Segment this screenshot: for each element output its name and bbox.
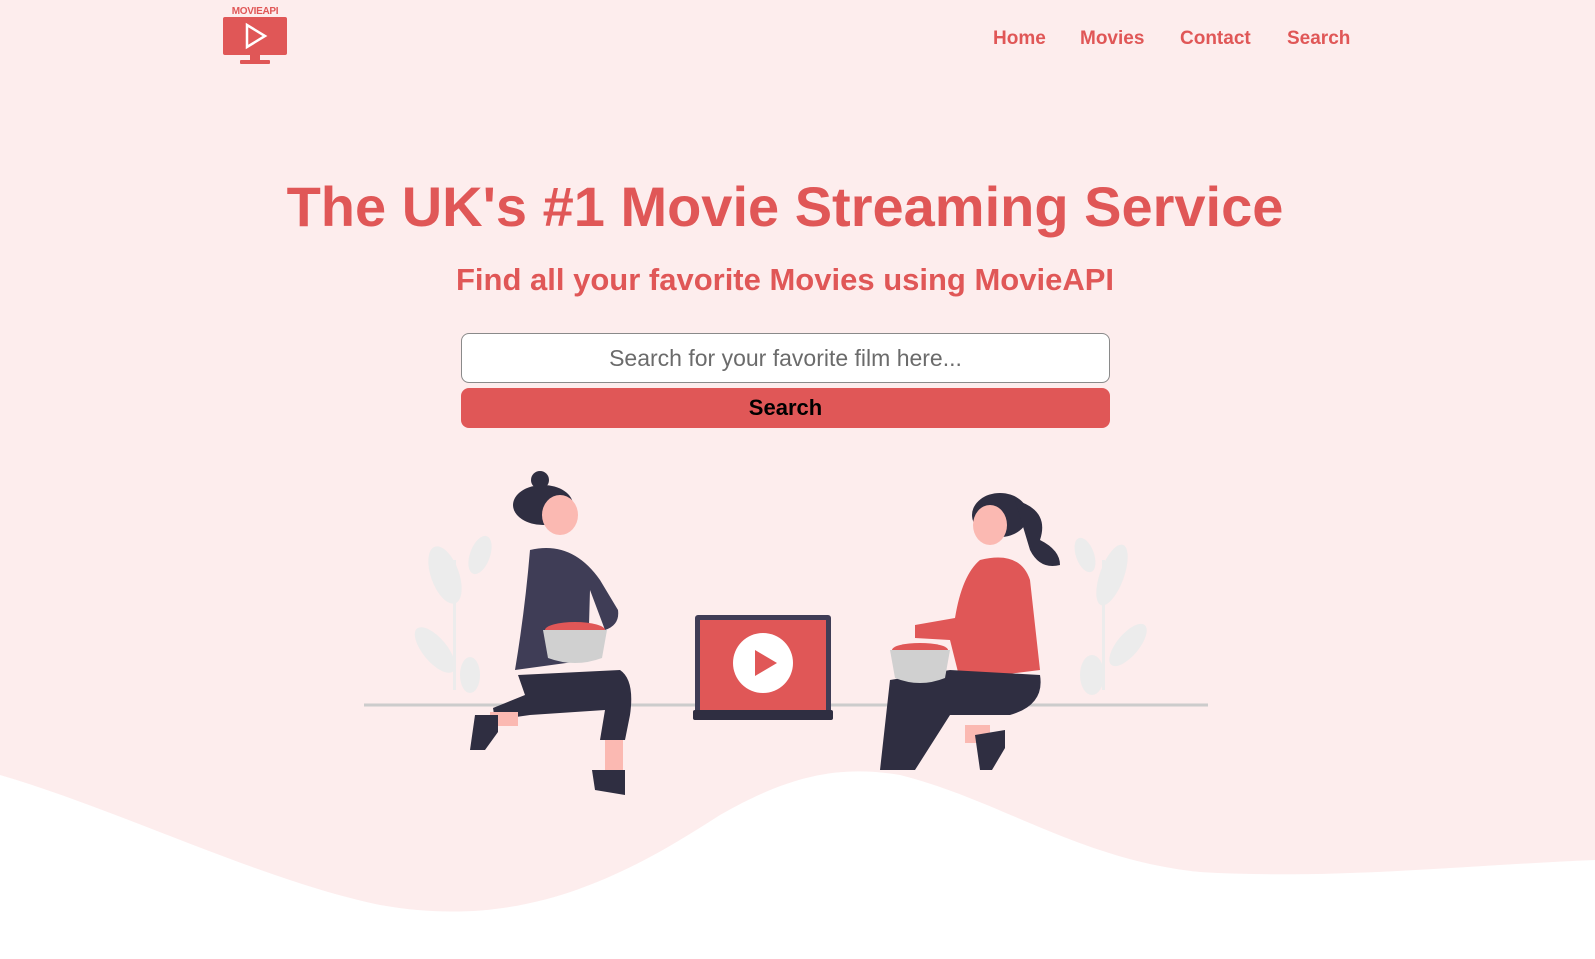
plant-right-icon: [1074, 537, 1147, 695]
play-icon: [733, 633, 793, 693]
popcorn-bowl-icon: [543, 622, 607, 663]
woman-left-icon: [470, 471, 632, 795]
popcorn-bowl-icon: [890, 643, 950, 683]
nav-link-home[interactable]: Home: [993, 28, 1046, 50]
woman-right-icon: [880, 493, 1060, 770]
nav-link-search[interactable]: Search: [1287, 28, 1350, 50]
search-input[interactable]: [461, 333, 1110, 383]
nav-link-contact[interactable]: Contact: [1180, 28, 1251, 50]
plant-left-icon: [414, 535, 492, 693]
laptop-icon: [693, 615, 833, 720]
hero-title: The UK's #1 Movie Streaming Service: [286, 175, 1284, 238]
hero-illustration: [364, 471, 1208, 795]
search-button[interactable]: Search: [461, 388, 1110, 428]
nav-link-movies[interactable]: Movies: [1080, 28, 1144, 50]
main-nav: Home Movies Contact Search: [0, 28, 1595, 52]
hero-subtitle: Find all your favorite Movies using Movi…: [455, 262, 1114, 297]
